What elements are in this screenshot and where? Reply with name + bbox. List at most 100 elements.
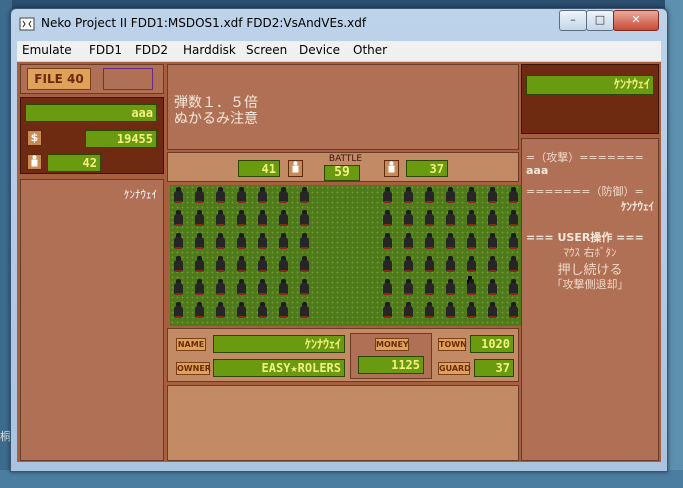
attacker-soldier-sprite (195, 187, 204, 204)
player-list-panel: ｹﾝﾅｳｪｲ (20, 179, 164, 461)
attacker-soldier-sprite (216, 233, 225, 250)
file-button[interactable]: FILE 40 (27, 68, 91, 90)
defender-soldier-sprite (446, 187, 455, 204)
attacker-soldier-sprite (258, 233, 267, 250)
menu-device[interactable]: Device (299, 43, 340, 57)
money-box: MONEY 1125 (350, 333, 432, 379)
defender-soldier-sprite (446, 302, 455, 319)
attacker-soldier-sprite (258, 279, 267, 296)
player-status-panel: aaa $ 19455 42 (20, 97, 164, 174)
defender-soldier-sprite (509, 187, 518, 204)
defender-soldier-sprite (383, 302, 392, 319)
menu-fdd1[interactable]: FDD1 (89, 43, 122, 57)
menu-screen[interactable]: Screen (246, 43, 287, 57)
defender-soldier-sprite (383, 256, 392, 273)
defender-soldier-sprite (488, 187, 497, 204)
soldier-icon (27, 154, 42, 170)
defender-soldier-sprite (404, 256, 413, 273)
defender-soldier-sprite (488, 256, 497, 273)
attacker-soldier-sprite (300, 256, 309, 273)
attacker-soldier-sprite (300, 210, 309, 227)
attack-header: =（攻撃）======= (526, 151, 644, 164)
attacker-soldier-sprite (237, 302, 246, 319)
app-window: Neko Project II FDD1:MSDOS1.xdf FDD2:VsA… (10, 8, 668, 472)
message-line-2: ぬかるみ注意 (174, 111, 258, 127)
attacker-soldier-sprite (237, 279, 246, 296)
attacker-soldier-sprite (174, 210, 183, 227)
battle-turn-display: 59 (324, 165, 360, 181)
window-title: Neko Project II FDD1:MSDOS1.xdf FDD2:VsA… (41, 16, 367, 30)
cat-app-icon (19, 17, 35, 31)
defender-soldier-sprite (425, 210, 434, 227)
attacker-soldier-sprite (300, 302, 309, 319)
enemy-name-display: ｹﾝﾅｳｪｲ (526, 75, 654, 95)
battlefield[interactable] (170, 185, 525, 326)
title-bar[interactable]: Neko Project II FDD1:MSDOS1.xdf FDD2:VsA… (11, 9, 667, 39)
defense-header: =======（防御）= (526, 185, 644, 198)
defender-soldier-sprite (488, 233, 497, 250)
attacker-soldier-sprite (258, 187, 267, 204)
defender-soldier-sprite (425, 279, 434, 296)
defender-soldier-sprite (425, 302, 434, 319)
defender-soldier-sprite (425, 187, 434, 204)
attacker-soldier-sprite (237, 233, 246, 250)
defender-soldier-sprite (467, 279, 476, 296)
menu-harddisk[interactable]: Harddisk (183, 43, 236, 57)
attacker-soldier-sprite (216, 210, 225, 227)
close-button[interactable]: ✕ (613, 10, 659, 31)
menu-other[interactable]: Other (353, 43, 387, 57)
user-control-header: === USER操作 === (526, 231, 644, 244)
attacker-soldier-sprite (195, 210, 204, 227)
menu-emulate[interactable]: Emulate (22, 43, 72, 57)
defender-soldier-sprite (383, 279, 392, 296)
name-tag: NAME (176, 338, 206, 351)
town-money-display: 1125 (358, 356, 424, 374)
defender-soldier-sprite (509, 279, 518, 296)
attacker-soldier-icon (288, 160, 303, 177)
defender-soldier-sprite (404, 233, 413, 250)
defender-soldier-sprite (509, 256, 518, 273)
attacker-soldier-sprite (174, 233, 183, 250)
attacker-soldier-sprite (174, 279, 183, 296)
defender-soldier-sprite (383, 210, 392, 227)
attacker-soldier-sprite (237, 187, 246, 204)
defender-soldier-sprite (404, 210, 413, 227)
attacker-soldier-sprite (279, 302, 288, 319)
message-line-1: 弾数１．５倍 (174, 95, 258, 111)
defender-soldier-sprite (467, 302, 476, 319)
attacker-soldier-sprite (216, 256, 225, 273)
town-owner-display: EASY★ROLERS (213, 359, 345, 377)
town-info-panel: NAME ｹﾝﾅｳｪｲ OWNER EASY★ROLERS MONEY 1125… (167, 328, 519, 382)
money-tag: MONEY (375, 338, 409, 351)
guard-tag: GUARD (438, 362, 471, 375)
defender-soldier-sprite (509, 210, 518, 227)
menu-bar: Emulate FDD1 FDD2 Harddisk Screen Device… (17, 41, 661, 62)
attacker-soldier-sprite (174, 187, 183, 204)
defender-soldier-sprite (404, 279, 413, 296)
attacker-soldier-sprite (195, 302, 204, 319)
menu-fdd2[interactable]: FDD2 (135, 43, 168, 57)
battle-info-panel: =（攻撃）======= aaa =======（防御）= ｹﾝﾅｳｪｲ ===… (521, 138, 659, 461)
attacker-soldier-sprite (216, 302, 225, 319)
empty-slot (103, 68, 153, 90)
attacker-soldier-sprite (300, 279, 309, 296)
hint-line-1: ﾏｳｽ 右ﾎﾞﾀﾝ (563, 246, 617, 259)
minimize-button[interactable]: – (559, 10, 587, 31)
attacker-soldier-sprite (258, 302, 267, 319)
defender-soldier-sprite (425, 233, 434, 250)
owner-tag: OWNER (176, 362, 211, 375)
defender-soldier-sprite (467, 233, 476, 250)
player-list-entry[interactable]: ｹﾝﾅｳｪｲ (124, 186, 157, 202)
emulator-screen[interactable]: FILE 40 aaa $ 19455 42 ｹﾝﾅｳｪｲ 弾数１．５倍 ぬかる… (17, 62, 661, 462)
attacker-soldier-sprite (279, 210, 288, 227)
maximize-button[interactable]: □ (586, 10, 614, 31)
town-name-display: ｹﾝﾅｳｪｲ (213, 335, 345, 353)
money-icon: $ (27, 130, 42, 146)
attacker-soldier-sprite (279, 256, 288, 273)
defender-soldier-sprite (509, 233, 518, 250)
attacker-soldier-sprite (174, 302, 183, 319)
attacker-soldier-sprite (216, 279, 225, 296)
town-tag: TOWN (438, 338, 467, 351)
defender-soldier-sprite (404, 187, 413, 204)
defender-soldier-sprite (467, 210, 476, 227)
